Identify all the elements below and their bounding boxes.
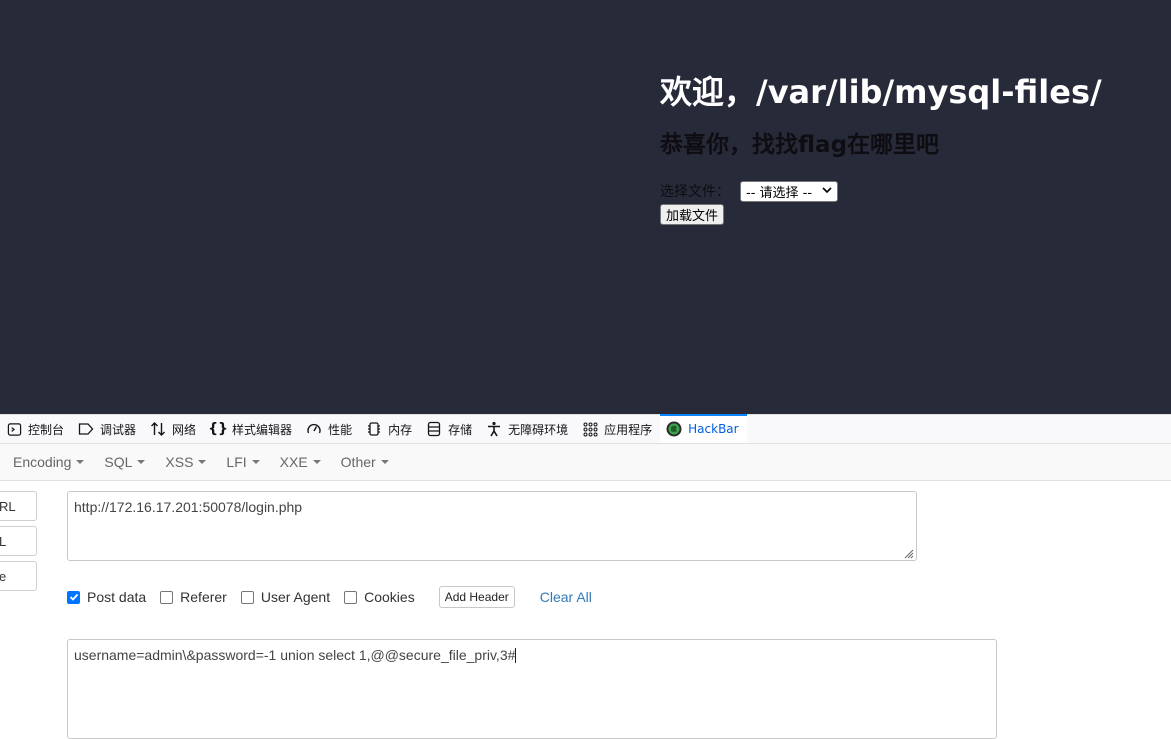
tab-network[interactable]: 网络 — [144, 415, 204, 443]
tab-label: 性能 — [328, 422, 353, 437]
memory-icon — [366, 421, 382, 437]
split-url-button[interactable]: L — [0, 526, 37, 556]
menu-lfi[interactable]: LFI — [226, 454, 260, 470]
menu-label: Other — [340, 454, 376, 470]
style-editor-icon: {} — [208, 421, 229, 437]
clear-all-link[interactable]: Clear All — [540, 589, 592, 605]
post-data-input[interactable]: username=admin\&password=-1 union select… — [67, 639, 997, 739]
tab-style-editor[interactable]: {} 样式编辑器 — [204, 415, 300, 443]
menu-label: XXE — [279, 454, 308, 470]
chevron-down-icon — [822, 186, 832, 197]
tab-console[interactable]: 控制台 — [0, 415, 72, 443]
resize-grip-icon[interactable] — [902, 546, 914, 559]
file-select[interactable]: -- 请选择 -- — [740, 180, 838, 202]
menu-label: Encoding — [13, 454, 72, 470]
tab-label: 内存 — [388, 422, 413, 437]
menu-sql[interactable]: SQL — [104, 454, 146, 470]
execute-button[interactable]: e — [0, 561, 37, 591]
option-post-data[interactable]: Post data — [67, 589, 146, 605]
file-select-row: 选择文件： -- 请选择 -- — [660, 180, 1102, 202]
tab-label: 控制台 — [28, 422, 65, 437]
load-file-button[interactable]: 加载文件 — [660, 204, 725, 225]
option-label: Cookies — [364, 589, 415, 605]
caret-down-icon — [312, 460, 321, 464]
checkbox-cookies[interactable] — [344, 590, 358, 604]
caret-down-icon — [380, 460, 389, 464]
menu-xss[interactable]: XSS — [165, 454, 207, 470]
menu-xxe[interactable]: XXE — [280, 454, 321, 470]
tab-label: 调试器 — [100, 422, 137, 437]
console-icon — [6, 421, 22, 437]
tab-storage[interactable]: 存储 — [420, 415, 480, 443]
application-icon — [582, 421, 598, 437]
menu-label: XSS — [165, 454, 194, 470]
option-referer[interactable]: Referer — [160, 589, 227, 605]
hackbar-body: RL L e http://172.16.17.201:50078/login.… — [0, 481, 1171, 739]
network-icon — [150, 421, 166, 437]
page-subheading: 恭喜你，找找flag在哪里吧 — [660, 132, 940, 158]
option-cookies[interactable]: Cookies — [344, 589, 415, 605]
tab-label: 应用程序 — [604, 422, 653, 437]
tab-accessibility[interactable]: 无障碍环境 — [480, 415, 576, 443]
tab-label: 无障碍环境 — [508, 422, 569, 437]
web-page: 欢迎，/var/lib/mysql-files/ 恭喜你，找找flag在哪里吧 … — [0, 0, 1171, 414]
page-content: 欢迎，/var/lib/mysql-files/ 恭喜你，找找flag在哪里吧 … — [660, 72, 1102, 225]
menu-other[interactable]: Other — [341, 454, 389, 470]
debugger-icon — [78, 421, 94, 437]
options-row: Post data Referer User Agent Cookies Add… — [67, 586, 592, 608]
tab-label: 存储 — [448, 422, 473, 437]
file-label: 选择文件： — [660, 184, 730, 200]
caret-down-icon — [251, 460, 260, 464]
performance-icon — [306, 421, 322, 437]
menu-label: SQL — [104, 454, 133, 470]
caret-down-icon — [76, 460, 85, 464]
option-user-agent[interactable]: User Agent — [240, 589, 331, 605]
hackbar-menu: Encoding SQL XSS LFI XXE Other — [0, 444, 1171, 481]
file-select-value: -- 请选择 -- — [746, 185, 813, 201]
devtools-tab-bar: 控制台 调试器 网络 {} 样式编辑器 性能 内存 存储 无障碍环境 应用程序 … — [0, 414, 1171, 444]
tab-performance[interactable]: 性能 — [300, 415, 360, 443]
storage-icon — [426, 421, 442, 437]
menu-label: LFI — [226, 454, 247, 470]
accessibility-icon — [486, 421, 502, 437]
menu-encoding[interactable]: Encoding — [13, 454, 85, 470]
tab-label: HackBar — [688, 422, 739, 436]
load-url-button[interactable]: RL — [0, 491, 37, 521]
tab-debugger[interactable]: 调试器 — [72, 415, 144, 443]
tab-label: 样式编辑器 — [232, 422, 293, 437]
tab-hackbar[interactable]: HackBar — [660, 414, 748, 443]
caret-down-icon — [137, 460, 146, 464]
tab-application[interactable]: 应用程序 — [576, 415, 660, 443]
tab-label: 网络 — [172, 422, 197, 437]
option-label: Post data — [87, 589, 147, 605]
option-label: Referer — [180, 589, 227, 605]
hackbar-icon — [666, 421, 682, 437]
add-header-button[interactable]: Add Header — [438, 586, 515, 608]
checkbox-post-data[interactable] — [67, 590, 80, 604]
option-label: User Agent — [260, 589, 331, 605]
checkbox-referer[interactable] — [160, 590, 174, 604]
caret-down-icon — [198, 460, 207, 464]
text-cursor — [515, 648, 517, 663]
url-input[interactable]: http://172.16.17.201:50078/login.php — [67, 491, 917, 561]
tab-memory[interactable]: 内存 — [360, 415, 420, 443]
post-data-value: username=admin\&password=-1 union select… — [74, 647, 516, 663]
page-heading: 欢迎，/var/lib/mysql-files/ — [660, 73, 1102, 111]
url-value: http://172.16.17.201:50078/login.php — [74, 499, 303, 515]
checkbox-user-agent[interactable] — [240, 590, 254, 604]
